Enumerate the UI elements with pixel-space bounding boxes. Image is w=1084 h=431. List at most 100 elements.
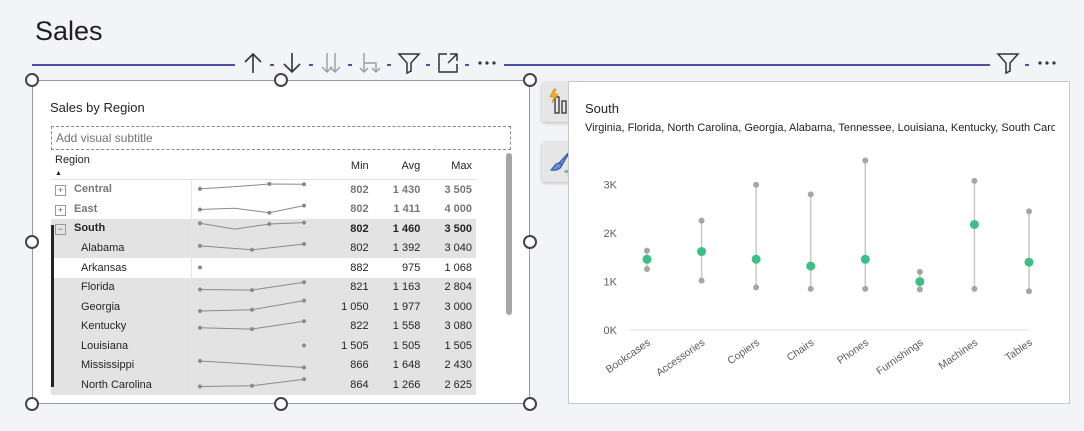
sparkline — [197, 182, 306, 192]
cell-min: 802 — [321, 238, 373, 258]
resize-handle-left[interactable] — [25, 235, 39, 249]
resize-handle-top-left[interactable] — [25, 73, 39, 87]
matrix-row[interactable]: Mississippi 866 1 648 2 430 — [51, 355, 476, 375]
y-tick-label: 2K — [604, 228, 618, 240]
resize-handle-right[interactable] — [523, 235, 537, 249]
cell-max: 1 068 — [444, 261, 472, 274]
cell-max: 1 505 — [424, 336, 476, 356]
dumbbell-chart: 0K 1K 2K 3K Bookcases Accessories Copiers Chair… — [604, 157, 1035, 379]
filter-icon — [396, 52, 421, 74]
row-label: East — [74, 202, 98, 215]
go-to-next-level-button[interactable] — [313, 45, 348, 80]
cell-avg: 1 411 — [393, 203, 421, 216]
x-tick-label: Chairs — [785, 337, 817, 364]
sparkline-line — [199, 222, 304, 230]
matrix-row[interactable]: Florida 821 1 163 2 804 — [51, 277, 476, 297]
cell-max: 3 080 — [424, 316, 476, 336]
right-more-options-button[interactable] — [1029, 45, 1064, 80]
column-header-min[interactable]: Min — [321, 153, 373, 180]
sparkline-marker — [301, 377, 306, 382]
matrix-row[interactable]: Arkansas 882 975 1 068 — [51, 258, 476, 278]
sparkline-cell — [190, 219, 321, 239]
sparkline-marker — [197, 358, 202, 363]
sparkline-marker — [197, 187, 202, 192]
matrix-group-row[interactable]: + East 802 1 411 4 000 — [51, 199, 476, 219]
min-max-point — [862, 285, 869, 292]
south-product-visual[interactable]: South Virginia, Florida, North Carolina,… — [568, 81, 1070, 404]
sparkline-marker — [197, 325, 202, 330]
resize-handle-bottom-left[interactable] — [25, 397, 39, 411]
cell-max: 2 804 — [424, 277, 476, 297]
arrow-up-icon — [243, 52, 262, 73]
cell-min: 1 050 — [321, 297, 373, 317]
cell-min: 802 — [321, 219, 373, 239]
x-tick-label: Furnishings — [874, 337, 925, 378]
sparkline-marker — [301, 241, 306, 246]
row-label: North Carolina — [81, 378, 152, 391]
matrix-header-row: Region ▲ Min Avg Max — [51, 153, 476, 180]
resize-handle-bottom[interactable] — [274, 397, 288, 411]
column-header-avg[interactable]: Avg — [372, 153, 425, 180]
resize-handle-top-right[interactable] — [523, 73, 537, 87]
sparkline-marker — [301, 280, 306, 285]
row-label: Louisiana — [81, 339, 129, 352]
cell-avg: 1 460 — [372, 219, 425, 239]
row-label: Florida — [81, 281, 115, 294]
sparkline-cell — [190, 277, 321, 297]
sparkline-marker — [266, 182, 271, 187]
sparkline-cell — [190, 179, 321, 200]
expand-next-level-button[interactable] — [352, 45, 387, 80]
column-header-region[interactable]: Region ▲ — [51, 153, 191, 180]
min-max-point — [971, 177, 978, 184]
resize-handle-top[interactable] — [274, 73, 288, 87]
sparkline-marker — [197, 221, 202, 226]
resize-handle-bottom-right[interactable] — [523, 397, 537, 411]
more-options-button[interactable] — [469, 45, 504, 80]
sparkline-marker — [301, 343, 306, 348]
matrix-row[interactable]: Georgia 1 050 1 977 3 000 — [51, 297, 476, 317]
sparkline-cell — [190, 355, 321, 375]
vertical-scrollbar[interactable] — [506, 153, 512, 315]
sparkline-marker — [197, 309, 202, 314]
min-max-point — [753, 181, 760, 188]
matrix-row[interactable]: Louisiana 1 505 1 505 1 505 — [51, 336, 476, 356]
sort-descending-icon: ▲ — [55, 170, 62, 177]
avg-point — [915, 277, 925, 287]
matrix-group-row[interactable]: + Central 802 1 430 3 505 — [51, 179, 476, 200]
sparkline-marker — [249, 384, 254, 389]
right-filter-button[interactable] — [990, 45, 1025, 80]
matrix-row[interactable]: North Carolina 864 1 266 2 625 — [51, 375, 476, 395]
sparkline — [301, 343, 306, 348]
collapse-icon[interactable]: − — [55, 224, 66, 236]
column-header-max[interactable]: Max — [424, 153, 476, 180]
expand-icon[interactable]: + — [55, 185, 66, 197]
min-max-point — [916, 286, 923, 293]
filter-button[interactable] — [391, 45, 426, 80]
filter-icon — [995, 52, 1020, 74]
sales-by-region-visual[interactable]: Sales by Region Region▲ Min Avg Max + Cen… — [32, 80, 530, 404]
row-label: Central — [74, 183, 112, 196]
min-max-point — [807, 191, 814, 198]
matrix-group-row[interactable]: − South 802 1 460 3 500 — [51, 219, 476, 239]
sparkline-line — [199, 204, 304, 214]
row-label-cell: Mississippi — [51, 355, 191, 375]
cell-max: 3 505 — [444, 183, 472, 196]
page-title: Sales — [35, 16, 103, 46]
row-label-cell: + Central — [51, 180, 191, 200]
sparkline-marker — [301, 319, 306, 324]
focus-mode-icon — [437, 52, 458, 73]
matrix-row[interactable]: Kentucky 822 1 558 3 080 — [51, 316, 476, 336]
focus-mode-button[interactable] — [430, 45, 465, 80]
cell-avg: 1 430 — [392, 183, 421, 196]
sparkline-marker — [197, 207, 202, 212]
subtitle-input[interactable] — [51, 126, 511, 150]
expand-icon[interactable]: + — [55, 204, 66, 216]
cell-avg: 1 648 — [372, 355, 425, 375]
matrix-row[interactable]: Alabama 802 1 392 3 040 — [51, 238, 476, 258]
row-label-cell: Florida — [51, 277, 191, 297]
sparkline-marker — [301, 182, 306, 187]
drill-up-button[interactable] — [235, 45, 270, 80]
avg-point — [806, 261, 816, 271]
cell-avg: 975 — [401, 261, 421, 274]
avg-point — [697, 247, 707, 257]
